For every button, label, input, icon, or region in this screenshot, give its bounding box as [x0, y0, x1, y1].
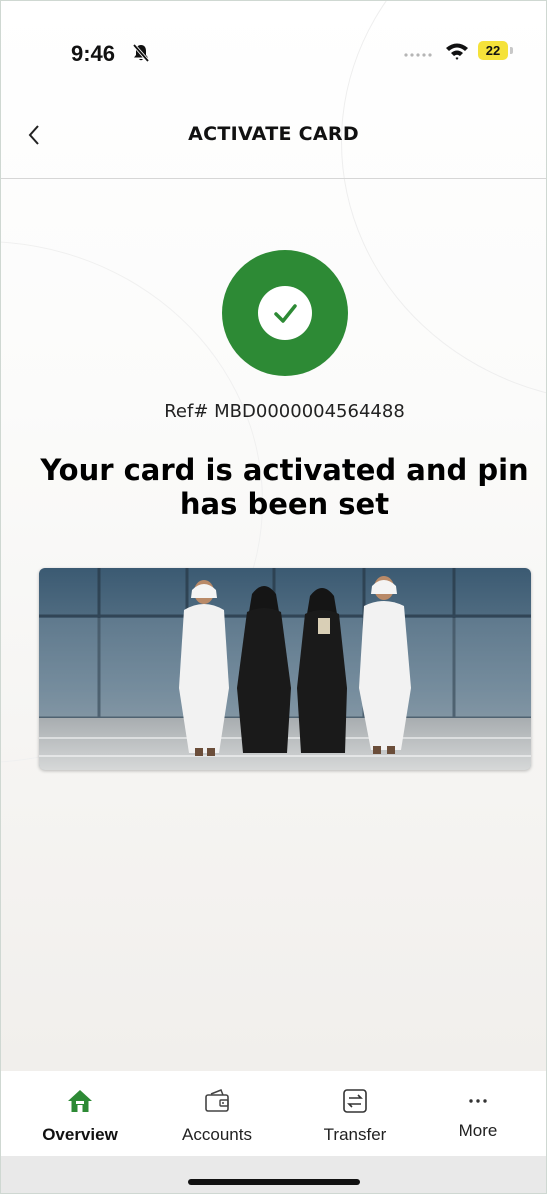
page-title: ACTIVATE CARD — [188, 123, 359, 145]
checkmark-icon — [274, 304, 297, 323]
nav-label-more: More — [458, 1121, 498, 1140]
nav-item-accounts[interactable]: Accounts — [149, 1071, 285, 1156]
home-indicator[interactable] — [188, 1179, 360, 1185]
status-bar: 9:46 22 — [1, 1, 546, 101]
nav-item-more[interactable]: More — [410, 1071, 546, 1156]
status-time: 9:46 — [71, 41, 116, 66]
success-badge — [222, 250, 348, 376]
nav-item-overview[interactable]: Overview — [12, 1071, 148, 1156]
home-indicator-area — [1, 1156, 546, 1193]
success-message: Your card is activated and pin has been … — [40, 453, 529, 521]
more-icon — [469, 1099, 487, 1103]
bell-muted-icon — [132, 43, 150, 63]
wifi-icon — [446, 43, 468, 60]
nav-label-overview: Overview — [42, 1125, 118, 1144]
battery-indicator: 22 — [478, 41, 508, 60]
signal-icon — [404, 53, 432, 57]
success-inner — [258, 286, 312, 340]
app-screen: 9:46 22 ACTIVATE CARD Ref# MBD0000004564… — [0, 0, 547, 1194]
nav-label-transfer: Transfer — [323, 1125, 387, 1144]
nav-label-accounts: Accounts — [182, 1125, 252, 1144]
transfer-icon — [343, 1089, 367, 1113]
nav-item-transfer[interactable]: Transfer — [287, 1071, 423, 1156]
promo-banner-image — [39, 568, 531, 770]
battery-cap — [510, 47, 513, 54]
wallet-icon — [205, 1089, 229, 1112]
home-icon — [68, 1090, 92, 1112]
reference-number: Ref# MBD0000004564488 — [164, 401, 405, 422]
people-illustration — [39, 568, 531, 770]
bottom-navigation: Overview Accounts Transfer More — [1, 1071, 546, 1156]
page-header: ACTIVATE CARD — [1, 101, 546, 179]
